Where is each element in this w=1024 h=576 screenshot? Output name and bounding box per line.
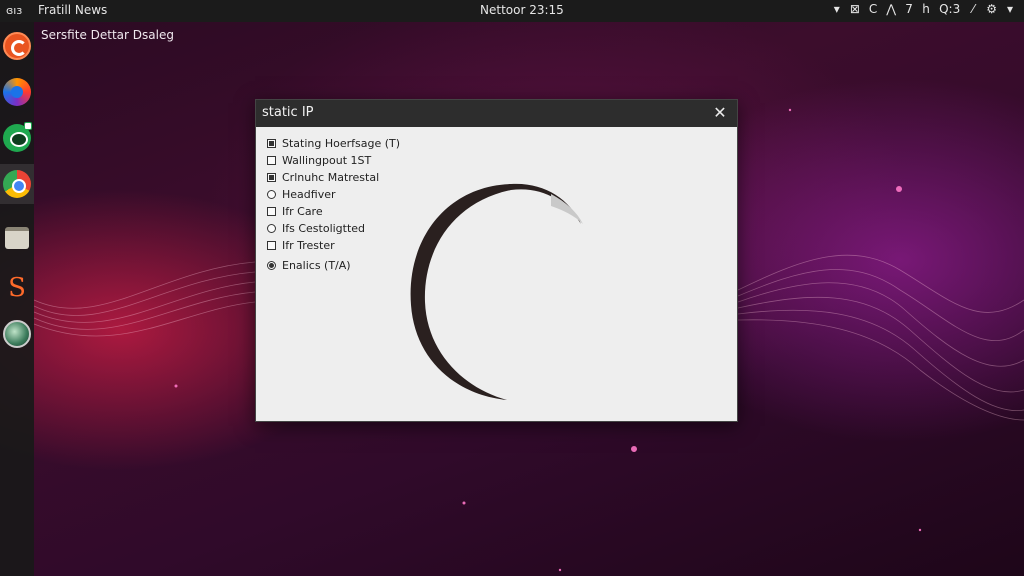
option-label: Ifr Care bbox=[282, 204, 323, 218]
dock-item-s-app[interactable]: S bbox=[0, 268, 34, 308]
close-button[interactable]: ✕ bbox=[711, 103, 729, 123]
checkbox[interactable] bbox=[267, 138, 276, 148]
dock-item-files[interactable] bbox=[0, 218, 34, 258]
option-label: Enalics (T/A) bbox=[282, 258, 351, 272]
ubuntu-icon bbox=[3, 32, 31, 60]
tray-network-icon[interactable]: ⋀ bbox=[886, 2, 896, 16]
option-label: Wallingpout 1ST bbox=[282, 153, 372, 167]
radio-button[interactable] bbox=[267, 223, 276, 233]
option-label: Headfiver bbox=[282, 187, 336, 201]
top-panel: ɞıз Fratill News Nettoor 23:15 ▾ ⊠ C ⋀ 7… bbox=[0, 0, 1024, 22]
option-crlnuhc-matrestal[interactable]: Crlnuhc Matrestal bbox=[267, 169, 400, 185]
dock: S bbox=[0, 22, 34, 576]
option-label: Stating Hoerfsage (T) bbox=[282, 136, 401, 150]
desktop-label: Sersfite Dettar Dsaleg bbox=[41, 28, 174, 42]
clock[interactable]: Nettoor 23:15 bbox=[480, 3, 564, 17]
power-menu-icon[interactable]: ▾ bbox=[1006, 2, 1014, 16]
option-ifr-care[interactable]: Ifr Care bbox=[267, 203, 400, 219]
globe-icon bbox=[3, 320, 31, 348]
tray-volume-icon[interactable]: Q:3 bbox=[939, 2, 960, 16]
option-list: Stating Hoerfsage (T) Wallingpout 1ST Cr… bbox=[267, 135, 400, 274]
s-app-icon: S bbox=[8, 273, 26, 303]
tray-h-icon[interactable]: h bbox=[922, 2, 930, 16]
dock-item-ubuntu[interactable] bbox=[0, 26, 34, 66]
tray-pen-icon[interactable]: ⁄ bbox=[969, 2, 977, 16]
dock-item-chat[interactable] bbox=[0, 118, 34, 158]
tray-dropdown-icon[interactable]: ▾ bbox=[833, 2, 841, 16]
app-menu[interactable]: Fratill News bbox=[38, 3, 107, 17]
option-wallingpout[interactable]: Wallingpout 1ST bbox=[267, 152, 400, 168]
tray-c-icon[interactable]: C bbox=[869, 2, 877, 16]
radio-button[interactable] bbox=[267, 260, 276, 270]
notification-badge bbox=[24, 122, 32, 130]
browser-icon bbox=[3, 170, 31, 198]
dock-item-globe[interactable] bbox=[0, 314, 34, 354]
dock-item-firefox[interactable] bbox=[0, 72, 34, 112]
static-ip-dialog: static IP ✕ Stating Hoerfsage (T) Wallin… bbox=[255, 99, 738, 422]
settings-icon[interactable]: ⚙ bbox=[986, 2, 997, 16]
tray-7-icon[interactable]: 7 bbox=[905, 2, 913, 16]
option-label: Crlnuhc Matrestal bbox=[282, 170, 380, 184]
dialog-title: static IP bbox=[262, 105, 314, 120]
activities-button[interactable]: ɞıз bbox=[6, 4, 22, 17]
option-stating-hoerfsage[interactable]: Stating Hoerfsage (T) bbox=[267, 135, 400, 151]
checkbox[interactable] bbox=[267, 206, 276, 216]
option-label: Ifs Cestoligtted bbox=[282, 221, 366, 235]
system-tray: ▾ ⊠ C ⋀ 7 h Q:3 ⁄ ⚙ ▾ bbox=[833, 2, 1014, 16]
loading-spinner-icon bbox=[410, 183, 583, 400]
checkbox[interactable] bbox=[267, 155, 276, 165]
option-enalics[interactable]: Enalics (T/A) bbox=[267, 257, 400, 273]
files-icon bbox=[5, 227, 29, 249]
firefox-icon bbox=[3, 78, 31, 106]
option-ifr-trester[interactable]: Ifr Trester bbox=[267, 237, 400, 253]
dialog-header[interactable]: static IP ✕ bbox=[256, 100, 737, 127]
option-headfiver[interactable]: Headfiver bbox=[267, 186, 400, 202]
option-ifs-cestoligtted[interactable]: Ifs Cestoligtted bbox=[267, 220, 400, 236]
checkbox[interactable] bbox=[267, 240, 276, 250]
tray-box-icon[interactable]: ⊠ bbox=[850, 2, 860, 16]
radio-button[interactable] bbox=[267, 189, 276, 199]
option-label: Ifr Trester bbox=[282, 238, 335, 252]
dock-item-browser[interactable] bbox=[0, 164, 34, 204]
checkbox[interactable] bbox=[267, 172, 276, 182]
